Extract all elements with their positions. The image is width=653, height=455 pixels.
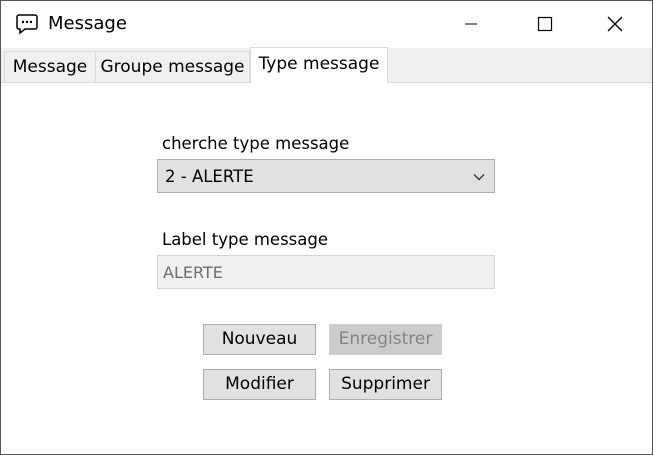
minimize-icon [465,23,477,25]
close-icon [607,16,623,32]
title-bar[interactable]: Message [1,1,652,47]
type-message-select[interactable]: 2 - ALERTE [157,159,495,193]
window-title: Message [48,13,127,34]
maximize-button[interactable] [522,1,568,47]
select-value: 2 - ALERTE [165,167,254,186]
message-window: Message Message Groupe message Type mess… [0,0,653,455]
new-button[interactable]: Nouveau [203,324,316,355]
minimize-button[interactable] [448,1,494,47]
maximize-icon [537,16,553,32]
label-type-label: Label type message [162,230,329,249]
tab-type-message[interactable]: Type message [250,47,388,83]
close-button[interactable] [592,1,638,47]
modify-button[interactable]: Modifier [203,369,316,400]
delete-button[interactable]: Supprimer [329,369,442,400]
tab-message[interactable]: Message [4,51,96,82]
tab-groupe-message[interactable]: Groupe message [95,51,250,82]
save-button[interactable]: Enregistrer [329,324,442,355]
search-type-label: cherche type message [162,134,350,153]
label-type-value: ALERTE [163,263,223,282]
speech-bubble-icon [16,14,38,35]
label-type-field[interactable]: ALERTE [157,255,495,289]
chevron-down-icon [473,174,485,181]
